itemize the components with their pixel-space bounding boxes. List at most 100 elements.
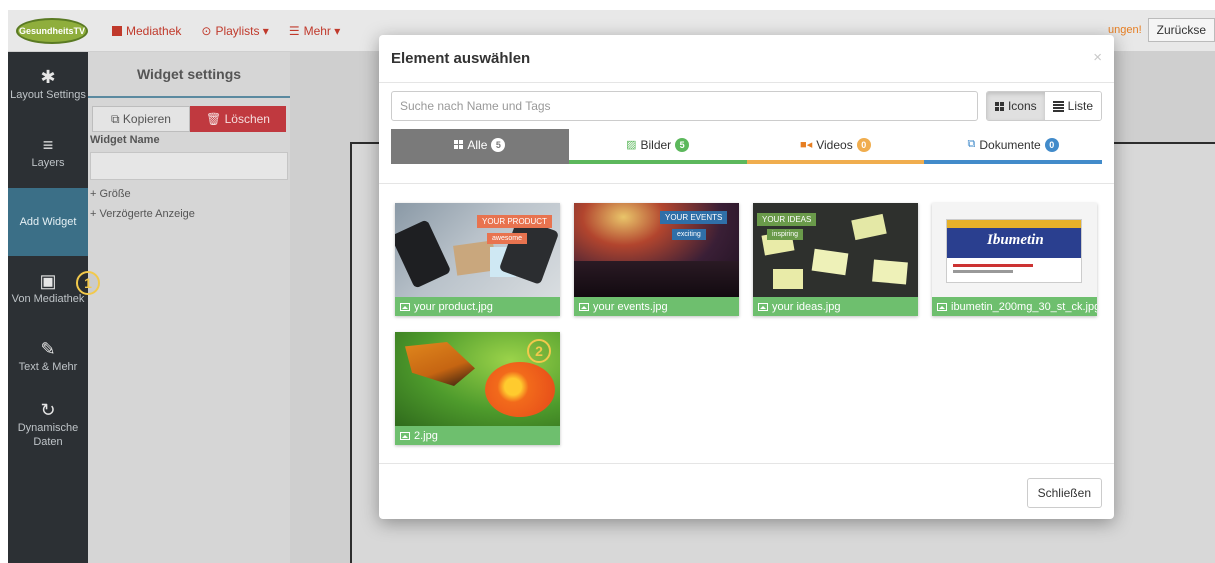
nav-mediathek-label: Mediathek xyxy=(126,23,182,38)
top-nav: Mediathek ⊙ Playlists ▾ ☰ Mehr ▾ xyxy=(112,24,340,38)
tab-dokumente[interactable]: ⧉ Dokumente 0 xyxy=(924,129,1102,164)
back-button[interactable]: Zurückse xyxy=(1147,18,1215,42)
grid-icon xyxy=(112,25,122,36)
nav-mehr[interactable]: ☰ Mehr ▾ xyxy=(289,24,340,38)
view-list-button[interactable]: Liste xyxy=(1044,92,1101,120)
tab-label: Alle xyxy=(467,137,488,152)
tab-alle[interactable]: Alle 5 xyxy=(391,129,569,164)
sidebar-item-text-mehr[interactable]: ✎ Text & Mehr xyxy=(8,324,88,392)
media-caption: 2.jpg xyxy=(395,426,560,445)
delete-button-label: Löschen xyxy=(224,112,270,126)
sidebar-item-label: Dynamische Daten xyxy=(17,422,79,448)
select-element-modal: Element auswählen × Icons Liste Alle 5 ▨… xyxy=(379,35,1114,519)
media-filename: ibumetin_200mg_30_st_ck.jpg xyxy=(951,300,1097,313)
nav-playlists[interactable]: ⊙ Playlists ▾ xyxy=(201,24,268,38)
overlay-tag: YOUR IDEAS xyxy=(757,213,817,226)
panel-actions: ⧉ Kopieren 🗑 Löschen xyxy=(92,106,286,132)
puzzle-icon: ✱ xyxy=(40,67,56,87)
sidebar-item-von-mediathek[interactable]: ▣ Von Mediathek xyxy=(8,256,88,324)
widget-name-label: Widget Name xyxy=(90,134,160,146)
delete-button[interactable]: 🗑 Löschen xyxy=(190,106,286,132)
tab-videos[interactable]: ■◂ Videos 0 xyxy=(746,129,925,164)
nav-mediathek[interactable]: Mediathek xyxy=(112,24,181,38)
widget-name-field[interactable] xyxy=(90,152,288,180)
media-caption: your events.jpg xyxy=(574,297,739,316)
media-filename: your product.jpg xyxy=(414,300,493,313)
media-item[interactable]: YOUR PRODUCT awesome your product.jpg xyxy=(395,203,560,316)
count-badge: 0 xyxy=(856,137,871,152)
count-badge: 5 xyxy=(675,137,690,152)
video-camera-icon: ■◂ xyxy=(800,139,813,151)
image-icon xyxy=(937,302,947,311)
menu-icon: ☰ xyxy=(288,23,300,38)
copy-button[interactable]: ⧉ Kopieren xyxy=(92,106,190,132)
list-icon: ≡ xyxy=(42,135,54,155)
sidebar-item-label: Von Mediathek xyxy=(11,293,85,305)
documents-icon: ⧉ xyxy=(967,138,976,150)
count-badge: 5 xyxy=(491,137,506,152)
tab-label: Dokumente xyxy=(979,137,1041,152)
panel-title: Widget settings xyxy=(88,52,290,98)
thumbnail-image: Ibumetin xyxy=(932,203,1097,297)
image-icon: ▨ xyxy=(626,139,637,151)
size-expander[interactable]: + Größe xyxy=(90,188,288,200)
media-item[interactable]: YOUR IDEAS inspiring your ideas.jpg xyxy=(753,203,918,316)
media-filename: your ideas.jpg xyxy=(772,300,841,313)
top-actions: ungen! Zurückse xyxy=(1108,18,1215,42)
close-button[interactable]: Schließen xyxy=(1026,478,1102,508)
media-item[interactable]: Ibumetin ibumetin_200mg_30_st_ck.jpg xyxy=(932,203,1097,316)
view-toggle: Icons Liste xyxy=(985,91,1102,121)
view-list-label: Liste xyxy=(1067,99,1093,113)
sidebar-item-dynamische-daten[interactable]: ↻ Dynamische Daten xyxy=(8,392,88,460)
app-logo[interactable]: GesundheitsTV xyxy=(16,17,88,44)
media-caption: ibumetin_200mg_30_st_ck.jpg xyxy=(932,297,1097,316)
callout-marker-2: 2 xyxy=(527,339,551,363)
media-filename: 2.jpg xyxy=(414,429,438,442)
overlay-tag: YOUR EVENTS xyxy=(660,211,728,224)
media-caption: your product.jpg xyxy=(395,297,560,316)
sidebar-item-label: Layout Settings xyxy=(10,89,86,101)
overlay-tag: awesome xyxy=(487,233,527,244)
image-icon xyxy=(400,431,410,440)
sidebar-item-label: Layers xyxy=(31,157,65,169)
sidebar-item-add-widget[interactable]: Add Widget xyxy=(8,188,88,256)
close-icon[interactable]: × xyxy=(1093,49,1102,66)
filter-tabs: Alle 5 ▨ Bilder 5 ■◂ Videos 0 ⧉ Dokument… xyxy=(391,129,1102,164)
callout-marker-1: 1 xyxy=(76,271,100,295)
sidebar-item-label: Add Widget xyxy=(19,216,77,228)
image-icon xyxy=(758,302,768,311)
media-item[interactable]: YOUR EVENTS exciting your events.jpg xyxy=(574,203,739,316)
nav-mehr-label: Mehr ▾ xyxy=(303,23,341,38)
view-icons-label: Icons xyxy=(1007,99,1037,113)
search-row: Icons Liste xyxy=(391,91,1102,121)
left-sidebar: ✱ Layout Settings ≡ Layers Add Widget ▣ … xyxy=(8,52,88,563)
tab-label: Bilder xyxy=(640,137,672,152)
copy-button-label: Kopieren xyxy=(122,112,171,126)
sidebar-item-layers[interactable]: ≡ Layers xyxy=(8,120,88,188)
delay-expander[interactable]: + Verzögerte Anzeige xyxy=(90,208,288,220)
overlay-tag: inspiring xyxy=(767,229,804,240)
search-input[interactable] xyxy=(391,91,978,121)
sidebar-item-layout-settings[interactable]: ✱ Layout Settings xyxy=(8,52,88,120)
widget-settings-panel: Widget settings ⧉ Kopieren 🗑 Löschen Wid… xyxy=(88,52,290,563)
sidebar-item-label: Text & Mehr xyxy=(18,361,78,373)
thumbnail-image: YOUR IDEAS inspiring xyxy=(753,203,918,297)
trash-icon: 🗑 xyxy=(206,112,225,126)
refresh-icon: ↻ xyxy=(40,400,56,420)
thumbnail-image: YOUR PRODUCT awesome xyxy=(395,203,560,297)
view-icons-button[interactable]: Icons xyxy=(986,92,1045,120)
grid-icon xyxy=(994,101,1004,111)
modal-header: Element auswählen xyxy=(379,35,1114,83)
modal-footer: Schließen xyxy=(379,463,1114,519)
media-caption: your ideas.jpg xyxy=(753,297,918,316)
count-badge: 0 xyxy=(1044,137,1059,152)
overlay-tag: exciting xyxy=(672,229,706,240)
image-icon xyxy=(400,302,410,311)
thumbnail-image: YOUR EVENTS exciting xyxy=(574,203,739,297)
list-icon xyxy=(1052,100,1064,112)
tab-label: Videos xyxy=(816,137,853,152)
tab-bilder[interactable]: ▨ Bilder 5 xyxy=(568,129,747,164)
nav-playlists-label: Playlists ▾ xyxy=(215,23,269,38)
copy-icon: ⧉ xyxy=(111,111,123,126)
overlay-tag: YOUR PRODUCT xyxy=(477,215,552,228)
